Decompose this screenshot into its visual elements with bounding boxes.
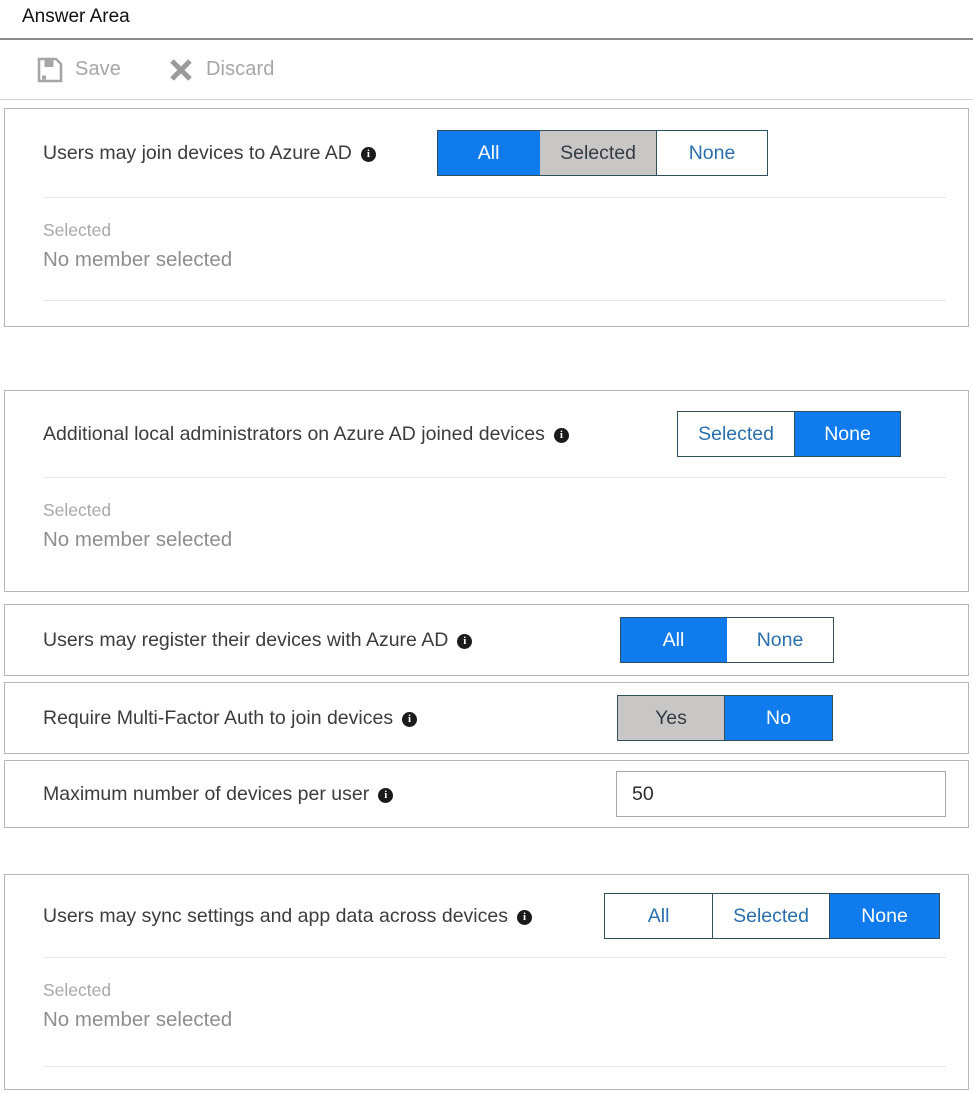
save-button[interactable]: Save (36, 56, 121, 84)
discard-button-label: Discard (206, 58, 275, 81)
toggle-option-none[interactable]: None (830, 894, 939, 938)
discard-button[interactable]: Discard (167, 56, 275, 84)
toggle-option-none[interactable]: None (727, 618, 833, 662)
setting-row-maximum-number-of-devices: Maximum number of devices per user i 50 (5, 761, 968, 827)
member-block-caption: Selected (43, 220, 946, 241)
setting-row-users-may-sync-settings: Users may sync settings and app data acr… (5, 875, 968, 957)
member-block-users-may-sync-settings: Selected No member selected (43, 957, 946, 1067)
info-icon[interactable]: i (517, 910, 532, 925)
setting-card-users-may-register-devices: Users may register their devices with Az… (4, 604, 969, 676)
setting-card-require-mfa-to-join: Require Multi-Factor Auth to join device… (4, 682, 969, 754)
save-button-label: Save (75, 58, 121, 81)
info-icon[interactable]: i (361, 147, 376, 162)
info-icon[interactable]: i (554, 428, 569, 443)
setting-label-text: Require Multi-Factor Auth to join device… (43, 707, 393, 730)
setting-row-additional-local-administrators: Additional local administrators on Azure… (5, 391, 968, 477)
toggle-option-yes[interactable]: Yes (618, 696, 725, 740)
setting-row-users-may-register-devices: Users may register their devices with Az… (5, 605, 968, 675)
setting-row-users-may-join-devices: Users may join devices to Azure AD i All… (5, 109, 968, 197)
setting-label-text: Users may sync settings and app data acr… (43, 905, 508, 928)
toggle-option-none[interactable]: None (657, 131, 767, 175)
toggle-option-all[interactable]: All (605, 894, 713, 938)
setting-label-text: Users may join devices to Azure AD (43, 142, 352, 165)
setting-card-maximum-number-of-devices: Maximum number of devices per user i 50 (4, 760, 969, 828)
max-devices-input[interactable]: 50 (616, 771, 946, 817)
setting-label: Additional local administrators on Azure… (43, 423, 569, 446)
command-bar: Save Discard (0, 40, 973, 100)
toggle-option-selected[interactable]: Selected (540, 131, 657, 175)
info-icon[interactable]: i (378, 788, 393, 803)
toggle-option-selected[interactable]: Selected (713, 894, 830, 938)
setting-label: Users may register their devices with Az… (43, 629, 472, 652)
setting-label-text: Maximum number of devices per user (43, 783, 369, 806)
member-block-value: No member selected (43, 528, 946, 552)
member-block-value: No member selected (43, 1008, 946, 1032)
setting-card-users-may-join-devices: Users may join devices to Azure AD i All… (4, 108, 969, 327)
toggle-option-all[interactable]: All (438, 131, 540, 175)
setting-label: Users may join devices to Azure AD i (43, 142, 376, 165)
toggle-option-all[interactable]: All (621, 618, 727, 662)
toggle-option-no[interactable]: No (725, 696, 832, 740)
setting-label: Maximum number of devices per user i (43, 783, 393, 806)
member-block-users-may-join-devices: Selected No member selected (43, 197, 946, 301)
setting-label-text: Additional local administrators on Azure… (43, 423, 545, 446)
setting-label: Require Multi-Factor Auth to join device… (43, 707, 417, 730)
setting-label-text: Users may register their devices with Az… (43, 629, 448, 652)
setting-label: Users may sync settings and app data acr… (43, 905, 532, 928)
toggle-group-users-may-sync-settings: All Selected None (604, 893, 940, 939)
toggle-group-additional-local-administrators: Selected None (677, 411, 901, 457)
toggle-option-selected[interactable]: Selected (678, 412, 795, 456)
setting-card-users-may-sync-settings: Users may sync settings and app data acr… (4, 874, 969, 1090)
toggle-group-require-mfa-to-join: Yes No (617, 695, 833, 741)
member-block-caption: Selected (43, 980, 946, 1001)
setting-row-require-mfa-to-join: Require Multi-Factor Auth to join device… (5, 683, 968, 753)
page-title: Answer Area (0, 0, 973, 38)
toggle-option-none[interactable]: None (795, 412, 900, 456)
member-block-additional-local-administrators: Selected No member selected (43, 477, 946, 583)
member-block-value: No member selected (43, 248, 946, 272)
member-block-caption: Selected (43, 500, 946, 521)
toggle-group-users-may-register-devices: All None (620, 617, 834, 663)
toggle-group-users-may-join-devices: All Selected None (437, 130, 768, 176)
info-icon[interactable]: i (457, 634, 472, 649)
close-x-icon (167, 56, 195, 84)
info-icon[interactable]: i (402, 712, 417, 727)
save-icon (36, 56, 64, 84)
setting-card-additional-local-administrators: Additional local administrators on Azure… (4, 390, 969, 592)
